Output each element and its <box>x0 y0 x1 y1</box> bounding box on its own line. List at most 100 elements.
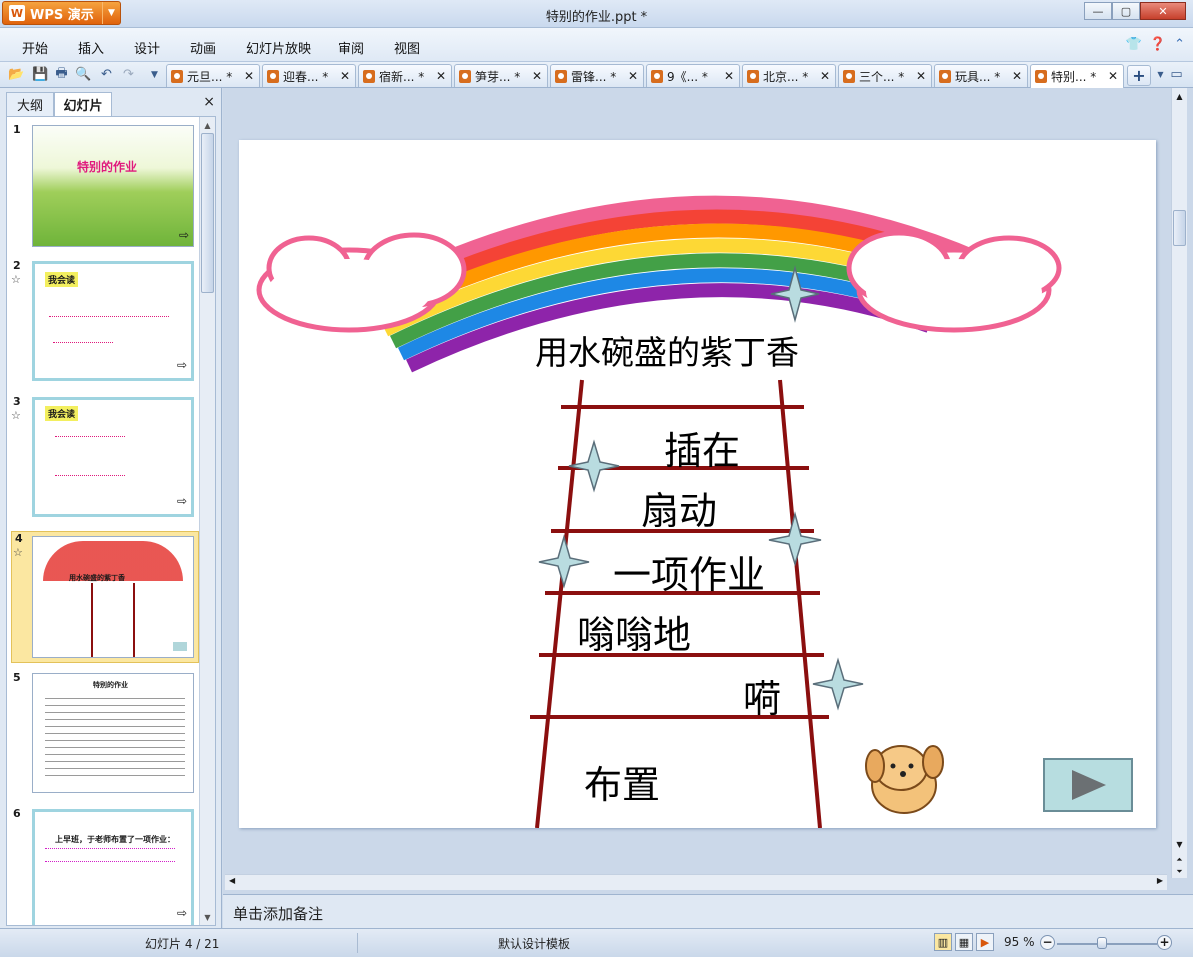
doc-tab-active[interactable]: 特别... * ✕ <box>1030 64 1124 88</box>
menu-view[interactable]: 视图 <box>394 38 420 57</box>
scroll-thumb[interactable] <box>201 133 214 293</box>
close-tab-icon[interactable]: ✕ <box>820 69 830 83</box>
play-button-icon <box>1043 758 1133 812</box>
print-icon[interactable]: 🖶 <box>53 66 70 83</box>
slide-thumbnail[interactable]: 特别的作业 ⇨ <box>32 125 194 247</box>
zoom-in-icon[interactable]: + <box>1157 935 1172 950</box>
slide-number: 4 <box>15 532 23 545</box>
tab-outline[interactable]: 大纲 <box>6 92 54 116</box>
close-tab-icon[interactable]: ✕ <box>628 69 638 83</box>
open-folder-icon[interactable]: 📂 <box>8 66 25 83</box>
scroll-down-icon[interactable]: ▼ <box>200 909 215 925</box>
thumb-heading: 我会读 <box>45 272 79 287</box>
scroll-right-icon[interactable]: ▶ <box>1157 876 1163 885</box>
slide-word[interactable]: 扇动 <box>641 480 717 535</box>
scroll-down-icon[interactable]: ▼ <box>1172 836 1187 852</box>
menu-animation[interactable]: 动画 <box>190 38 216 57</box>
slide-panel: 大纲 幻灯片 × 1 特别的作业 ⇨ 2 ☆ 我会读 ⇨ 3 ☆ 我会读 ⇨ 4… <box>0 88 222 928</box>
slide-thumbnail[interactable]: 我会读 ⇨ <box>32 397 194 517</box>
doc-tab[interactable]: 北京... * ✕ <box>742 64 836 87</box>
doc-tab[interactable]: 元旦... * ✕ <box>166 64 260 87</box>
tab-label: 雷锋... * <box>571 69 617 84</box>
minimize-button[interactable]: — <box>1084 2 1112 20</box>
editor-hscroll[interactable]: ◀ ▶ <box>225 874 1167 890</box>
redo-icon[interactable]: ↷ <box>120 66 137 83</box>
undo-icon[interactable]: ↶ <box>98 66 115 83</box>
prev-slide-icon[interactable]: ⏶ <box>1172 854 1187 866</box>
thumbnail-item[interactable]: 3 ☆ 我会读 ⇨ <box>7 395 200 523</box>
thumbnail-item[interactable]: 1 特别的作业 ⇨ <box>7 123 200 251</box>
doc-tab[interactable]: 雷锋... * ✕ <box>550 64 644 87</box>
close-tab-icon[interactable]: ✕ <box>1012 69 1022 83</box>
tab-label: 宿新... * <box>379 69 425 84</box>
thumbnail-item[interactable]: 6 上早班，于老师布置了一项作业： ⇨ <box>7 807 200 925</box>
close-tab-icon[interactable]: ✕ <box>724 69 734 83</box>
normal-view-icon[interactable]: ▥ <box>934 933 952 951</box>
new-tab-button[interactable]: + <box>1127 65 1151 86</box>
print-preview-icon[interactable]: 🔍 <box>75 66 92 83</box>
notes-placeholder[interactable]: 单击添加备注 <box>233 903 323 924</box>
tab-list-dropdown-icon[interactable]: ▼ <box>1152 66 1169 83</box>
slide-thumbnail[interactable]: 我会读 ⇨ <box>32 261 194 381</box>
doc-tab[interactable]: 三个... * ✕ <box>838 64 932 87</box>
menu-home[interactable]: 开始 <box>22 38 48 57</box>
doc-tab[interactable]: 9《... * ✕ <box>646 64 740 87</box>
zoom-slider-knob[interactable] <box>1097 937 1107 949</box>
doc-tab[interactable]: 宿新... * ✕ <box>358 64 452 87</box>
thumb-text-lines <box>55 436 125 476</box>
close-tab-icon[interactable]: ✕ <box>916 69 926 83</box>
close-tab-icon[interactable]: ✕ <box>1108 69 1118 83</box>
scroll-up-icon[interactable]: ▲ <box>200 117 215 133</box>
menu-review[interactable]: 审阅 <box>338 38 364 57</box>
thumbnail-scrollbar[interactable]: ▲ ▼ <box>199 117 215 925</box>
close-tab-icon[interactable]: ✕ <box>244 69 254 83</box>
zoom-out-icon[interactable]: − <box>1040 935 1055 950</box>
scroll-left-icon[interactable]: ◀ <box>229 876 235 885</box>
quick-access-dropdown-icon[interactable]: ▼ <box>146 66 163 83</box>
thumb-text-lines <box>53 342 113 346</box>
status-bar: 幻灯片 4 / 21 默认设计模板 ▥ ▦ ▶ 95 % − + <box>0 928 1193 957</box>
tab-slides[interactable]: 幻灯片 <box>54 92 112 116</box>
close-tab-icon[interactable]: ✕ <box>532 69 542 83</box>
doc-tab[interactable]: 迎春... * ✕ <box>262 64 356 87</box>
animation-star-icon: ☆ <box>11 409 21 422</box>
slide-editor: 用水碗盛的紫丁香 插在 扇动 一项作业 嗡嗡地 嗬 布置 ▲ ▼ ⏶ ⏷ ◀ ▶ <box>223 88 1193 894</box>
current-slide[interactable]: 用水碗盛的紫丁香 插在 扇动 一项作业 嗡嗡地 嗬 布置 <box>239 140 1156 828</box>
slide-word[interactable]: 一项作业 <box>613 544 765 599</box>
slide-word[interactable]: 插在 <box>664 420 740 475</box>
slide-thumbnail[interactable]: 上早班，于老师布置了一项作业： ⇨ <box>32 809 194 925</box>
ribbon-toggle-icon[interactable]: ⌃ <box>1174 37 1185 52</box>
menu-design[interactable]: 设计 <box>134 38 160 57</box>
slide-word[interactable]: 布置 <box>584 754 660 809</box>
restore-pane-icon[interactable]: ▭ <box>1168 66 1185 83</box>
thumbnail-item[interactable]: 2 ☆ 我会读 ⇨ <box>7 259 200 387</box>
close-window-button[interactable]: ✕ <box>1140 2 1186 20</box>
slideshow-icon[interactable]: ▶ <box>976 933 994 951</box>
close-tab-icon[interactable]: ✕ <box>340 69 350 83</box>
menu-insert[interactable]: 插入 <box>78 38 104 57</box>
menu-slideshow[interactable]: 幻灯片放映 <box>246 38 311 57</box>
slide-position: 幻灯片 4 / 21 <box>145 937 220 951</box>
close-tab-icon[interactable]: ✕ <box>436 69 446 83</box>
slide-title[interactable]: 用水碗盛的紫丁香 <box>535 326 799 374</box>
next-slide-icon[interactable]: ⏷ <box>1172 866 1187 878</box>
editor-vscroll[interactable]: ▲ ▼ ⏶ ⏷ <box>1171 88 1187 878</box>
slide-word[interactable]: 嗬 <box>743 668 781 723</box>
help-icon[interactable]: ❓ <box>1150 37 1166 52</box>
doc-tab[interactable]: 笋芽... * ✕ <box>454 64 548 87</box>
thumbnail-item[interactable]: 5 特别的作业 <box>7 671 200 799</box>
scroll-up-icon[interactable]: ▲ <box>1172 88 1187 104</box>
slide-sorter-icon[interactable]: ▦ <box>955 933 973 951</box>
skin-icon[interactable]: 👕 <box>1126 37 1142 52</box>
thumbnail-item-selected[interactable]: 4 ☆ 用水碗盛的紫丁香 <box>11 531 199 663</box>
save-icon[interactable]: 💾 <box>32 66 49 83</box>
slide-word[interactable]: 嗡嗡地 <box>577 604 691 659</box>
slide-thumbnail[interactable]: 用水碗盛的紫丁香 <box>32 536 194 658</box>
slide-thumbnail[interactable]: 特别的作业 <box>32 673 194 793</box>
scroll-thumb[interactable] <box>1173 210 1186 246</box>
doc-tab[interactable]: 玩具... * ✕ <box>934 64 1028 87</box>
panel-close-icon[interactable]: × <box>203 94 215 110</box>
maximize-button[interactable]: ▢ <box>1112 2 1140 20</box>
notes-pane[interactable]: 单击添加备注 <box>223 894 1193 928</box>
zoom-slider-track[interactable] <box>1057 943 1157 945</box>
